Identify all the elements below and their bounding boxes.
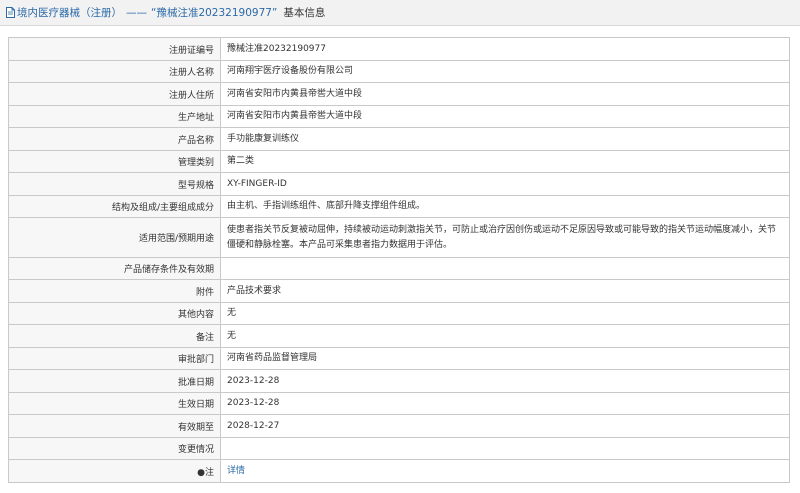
table-row: 批准日期 2023-12-28 [8,369,790,393]
document-icon [6,7,15,18]
table-row: 适用范围/预期用途 使患者指关节反复被动屈伸，持续被动运动刺激指关节，可防止或治… [8,217,790,258]
table-row: 产品名称 手功能康复训练仪 [8,127,790,151]
row-label-note: ●注 [8,459,221,483]
row-label-model-spec: 型号规格 [8,172,221,196]
row-label-structure: 结构及组成/主要组成成分 [8,195,221,218]
table-row: 产品储存条件及有效期 [8,257,790,280]
row-value-note: 详情 [220,459,790,483]
row-label-intended-use: 适用范围/预期用途 [8,217,221,258]
row-value-registrant-name: 河南翔宇医疗设备股份有限公司 [220,60,790,83]
row-label-registrant-name: 注册人名称 [8,60,221,83]
row-value-attachment: 产品技术要求 [220,279,790,303]
header-reg-number: “豫械注准20232190977” [151,7,278,19]
row-value-approval-dept: 河南省药品监督管理局 [220,347,790,370]
table-row: 变更情况 [8,437,790,460]
table-row: 附件 产品技术要求 [8,279,790,303]
row-label-remarks: 备注 [8,324,221,348]
row-label-registrant-address: 注册人住所 [8,82,221,106]
table-row: 审批部门 河南省药品监督管理局 [8,347,790,370]
table-row: 生产地址 河南省安阳市内黄县帝喾大道中段 [8,105,790,128]
page-header: 境内医疗器械（注册） —— “豫械注准20232190977” 基本信息 [0,0,800,26]
header-suffix: 基本信息 [283,7,326,19]
row-value-change-status [220,437,790,460]
table-row: 其他内容 无 [8,302,790,325]
row-label-storage: 产品储存条件及有效期 [8,257,221,280]
row-value-other-content: 无 [220,302,790,325]
row-label-effective-date: 生效日期 [8,392,221,415]
row-value-valid-until: 2028-12-27 [220,414,790,438]
row-value-effective-date: 2023-12-28 [220,392,790,415]
row-value-management-category: 第二类 [220,150,790,173]
row-label-other-content: 其他内容 [8,302,221,325]
row-value-registrant-address: 河南省安阳市内黄县帝喾大道中段 [220,82,790,106]
table-row: 型号规格 XY-FINGER-ID [8,172,790,196]
row-value-product-name: 手功能康复训练仪 [220,127,790,151]
table-row: 生效日期 2023-12-28 [8,392,790,415]
table-row: 结构及组成/主要组成成分 由主机、手指训练组件、底部升降支撑组件组成。 [8,195,790,218]
row-label-valid-until: 有效期至 [8,414,221,438]
table-row: 注册证编号 豫械注准20232190977 [8,37,790,61]
row-value-intended-use: 使患者指关节反复被动屈伸，持续被动运动刺激指关节，可防止或治疗因创伤或运动不足原… [220,217,790,258]
row-value-model-spec: XY-FINGER-ID [220,172,790,196]
table-row: 有效期至 2028-12-27 [8,414,790,438]
header-dash: —— [126,6,147,19]
row-value-storage [220,257,790,280]
row-label-product-name: 产品名称 [8,127,221,151]
row-label-reg-number: 注册证编号 [8,37,221,61]
row-label-change-status: 变更情况 [8,437,221,460]
detail-link[interactable]: 详情 [227,466,245,476]
info-table: 注册证编号 豫械注准20232190977 注册人名称 河南翔宇医疗设备股份有限… [8,37,790,483]
table-row: 注册人名称 河南翔宇医疗设备股份有限公司 [8,60,790,83]
row-value-reg-number: 豫械注准20232190977 [220,37,790,61]
header-section-title: 境内医疗器械（注册） [17,7,122,19]
row-value-structure: 由主机、手指训练组件、底部升降支撑组件组成。 [220,195,790,218]
row-label-attachment: 附件 [8,279,221,303]
row-value-remarks: 无 [220,324,790,348]
row-label-approval-date: 批准日期 [8,369,221,393]
row-value-production-address: 河南省安阳市内黄县帝喾大道中段 [220,105,790,128]
row-label-management-category: 管理类别 [8,150,221,173]
table-row: 注册人住所 河南省安阳市内黄县帝喾大道中段 [8,82,790,106]
table-row: 备注 无 [8,324,790,348]
table-row: ●注 详情 [8,459,790,483]
info-table-wrapper: 注册证编号 豫械注准20232190977 注册人名称 河南翔宇医疗设备股份有限… [8,37,790,483]
row-value-approval-date: 2023-12-28 [220,369,790,393]
row-label-production-address: 生产地址 [8,105,221,128]
table-row: 管理类别 第二类 [8,150,790,173]
row-label-approval-dept: 审批部门 [8,347,221,370]
